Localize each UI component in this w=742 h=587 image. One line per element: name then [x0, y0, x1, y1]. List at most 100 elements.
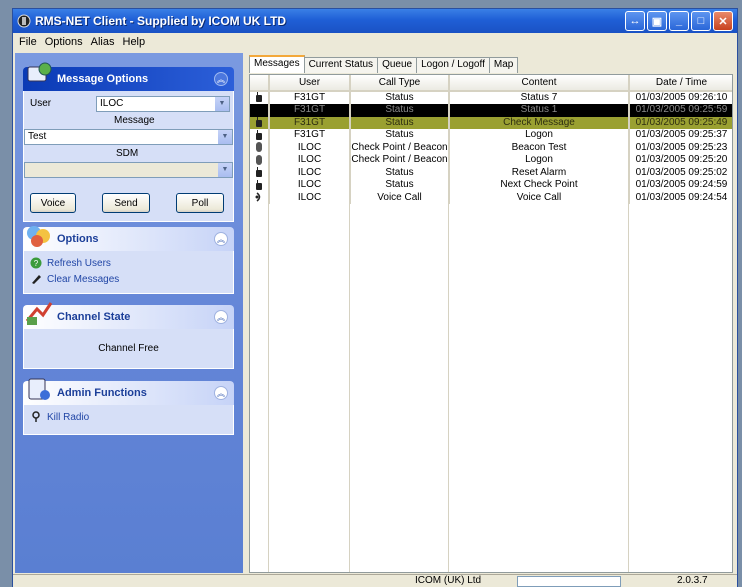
radio-icon — [256, 117, 263, 128]
user-cell: ILOC — [269, 191, 351, 204]
call-type-cell: Status — [350, 91, 450, 104]
channel-state-header[interactable]: Channel State ︽ — [23, 302, 234, 329]
title-bar[interactable]: RMS-NET Client - Supplied by ICOM UK LTD… — [13, 9, 737, 33]
datetime-cell: 01/03/2005 09:24:59 — [629, 179, 732, 192]
message-label: Message — [114, 115, 155, 126]
channel-state-body: Channel Free — [23, 329, 234, 369]
maximize-button[interactable]: □ — [691, 11, 711, 31]
tab-messages[interactable]: Messages — [249, 55, 305, 73]
send-button[interactable]: Send — [102, 193, 150, 213]
user-select[interactable]: ILOC ▼ — [96, 96, 230, 112]
content-cell: Logon — [449, 154, 630, 167]
collapse-icon[interactable]: ︽ — [214, 386, 228, 400]
column-divider — [268, 75, 269, 572]
collapse-icon[interactable]: ︽ — [214, 72, 228, 86]
menu-alias[interactable]: Alias — [87, 36, 119, 48]
kill-radio-link[interactable]: Kill Radio — [24, 409, 233, 425]
admin-functions-body: Kill Radio — [23, 405, 234, 435]
beacon-icon — [256, 142, 263, 153]
messages-grid[interactable]: User Call Type Content Date / Time F31GT… — [249, 74, 733, 573]
tab-current-status[interactable]: Current Status — [303, 57, 379, 73]
table-row[interactable]: F31GT Status Status 1 01/03/2005 09:25:59 — [250, 104, 732, 117]
user-cell: F31GT — [269, 116, 351, 129]
minimize-button[interactable]: _ — [669, 11, 689, 31]
restore-small-button[interactable]: ▣ — [647, 11, 667, 31]
message-options-body: User ILOC ▼ Message Test ▼ SDM ▼ Voice S… — [23, 91, 234, 222]
sdm-select[interactable]: ▼ — [24, 162, 233, 178]
menu-file[interactable]: File — [15, 36, 41, 48]
content-cell: Reset Alarm — [449, 166, 630, 179]
task-pane: Message Options ︽ User ILOC ▼ Message Te… — [15, 53, 243, 573]
row-type-cell — [250, 191, 270, 204]
column-header-call-type[interactable]: Call Type — [350, 75, 450, 92]
options-header[interactable]: Options ︽ — [23, 226, 234, 251]
admin-functions-panel: Admin Functions ︽ Kill Radio — [23, 378, 234, 435]
datetime-cell: 01/03/2005 09:25:59 — [629, 104, 732, 117]
table-row[interactable]: ILOC Status Reset Alarm 01/03/2005 09:25:02 — [250, 166, 732, 179]
tab-queue[interactable]: Queue — [377, 57, 418, 73]
message-options-title: Message Options — [57, 73, 149, 85]
channel-state-value: Channel Free — [98, 343, 159, 354]
column-header-user[interactable]: User — [269, 75, 351, 92]
call-type-cell: Status — [350, 166, 450, 179]
svg-text:?: ? — [34, 259, 39, 268]
column-divider — [448, 75, 449, 572]
message-select[interactable]: Test ▼ — [24, 129, 233, 145]
channel-state-title: Channel State — [57, 311, 131, 323]
poll-button[interactable]: Poll — [176, 193, 224, 213]
admin-functions-header[interactable]: Admin Functions ︽ — [23, 378, 234, 405]
tab-logon-logoff[interactable]: Logon / Logoff — [416, 57, 490, 73]
admin-functions-icon — [28, 378, 50, 400]
content-cell: Logon — [449, 129, 630, 142]
message-select-value: Test — [28, 131, 47, 142]
row-type-cell — [250, 116, 270, 129]
options-body: ? Refresh Users Clear Messages — [23, 251, 234, 294]
messages-table: User Call Type Content Date / Time F31GT… — [250, 75, 732, 204]
sdm-label: SDM — [116, 148, 139, 159]
datetime-cell: 01/03/2005 09:25:02 — [629, 166, 732, 179]
column-header-content[interactable]: Content — [449, 75, 630, 92]
chevron-down-icon[interactable]: ▼ — [218, 130, 232, 144]
message-options-panel: Message Options ︽ User ILOC ▼ Message Te… — [23, 62, 234, 222]
table-row[interactable]: ILOC Check Point / Beacon Logon 01/03/2005 … — [250, 154, 732, 167]
datetime-cell: 01/03/2005 09:25:49 — [629, 116, 732, 129]
help-button[interactable]: ↔ — [625, 11, 645, 31]
clear-messages-link[interactable]: Clear Messages — [24, 271, 233, 287]
chevron-down-icon[interactable]: ▼ — [218, 163, 232, 177]
table-row[interactable]: ILOC Check Point / Beacon Beacon Test 01/03… — [250, 141, 732, 154]
admin-functions-title: Admin Functions — [57, 387, 147, 399]
refresh-users-link[interactable]: ? Refresh Users — [24, 255, 233, 271]
menu-help[interactable]: Help — [119, 36, 150, 48]
menu-options[interactable]: Options — [41, 36, 87, 48]
tab-map[interactable]: Map — [488, 57, 519, 73]
tab-strip: Messages Current Status Queue Logon / Lo… — [249, 55, 519, 73]
call-type-cell: Status — [350, 104, 450, 117]
table-row[interactable]: ILOC Status Next Check Point 01/03/2005 09:… — [250, 179, 732, 192]
user-cell: ILOC — [269, 141, 351, 154]
call-type-cell: Check Point / Beacon — [350, 154, 450, 167]
message-options-header[interactable]: Message Options ︽ — [23, 62, 234, 91]
row-type-cell — [250, 166, 270, 179]
table-row[interactable]: F31GT Status Status 7 01/03/2005 09:26:10 — [250, 91, 732, 104]
content-cell: Status 7 — [449, 91, 630, 104]
table-row[interactable]: F31GT Status Logon 01/03/2005 09:25:37 — [250, 129, 732, 142]
column-header-icon[interactable] — [250, 75, 270, 92]
table-row[interactable]: F31GT Status Check Message 01/03/2005 09:25… — [250, 116, 732, 129]
close-button[interactable]: ✕ — [713, 11, 733, 31]
chevron-down-icon[interactable]: ▼ — [215, 97, 229, 111]
app-window: RMS-NET Client - Supplied by ICOM UK LTD… — [12, 8, 738, 587]
clear-messages-icon — [32, 275, 41, 284]
row-type-cell — [250, 141, 270, 154]
table-row[interactable]: ILOC Voice Call Voice Call 01/03/2005 09:24… — [250, 191, 732, 204]
datetime-cell: 01/03/2005 09:26:10 — [629, 91, 732, 104]
collapse-icon[interactable]: ︽ — [214, 232, 228, 246]
radio-icon — [256, 129, 263, 140]
datetime-cell: 01/03/2005 09:25:20 — [629, 154, 732, 167]
channel-state-panel: Channel State ︽ Channel Free — [23, 302, 234, 369]
collapse-icon[interactable]: ︽ — [214, 310, 228, 324]
row-type-cell — [250, 91, 270, 104]
column-header-datetime[interactable]: Date / Time — [629, 75, 732, 92]
voice-button[interactable]: Voice — [30, 193, 76, 213]
call-type-cell: Check Point / Beacon — [350, 141, 450, 154]
user-cell: ILOC — [269, 179, 351, 192]
